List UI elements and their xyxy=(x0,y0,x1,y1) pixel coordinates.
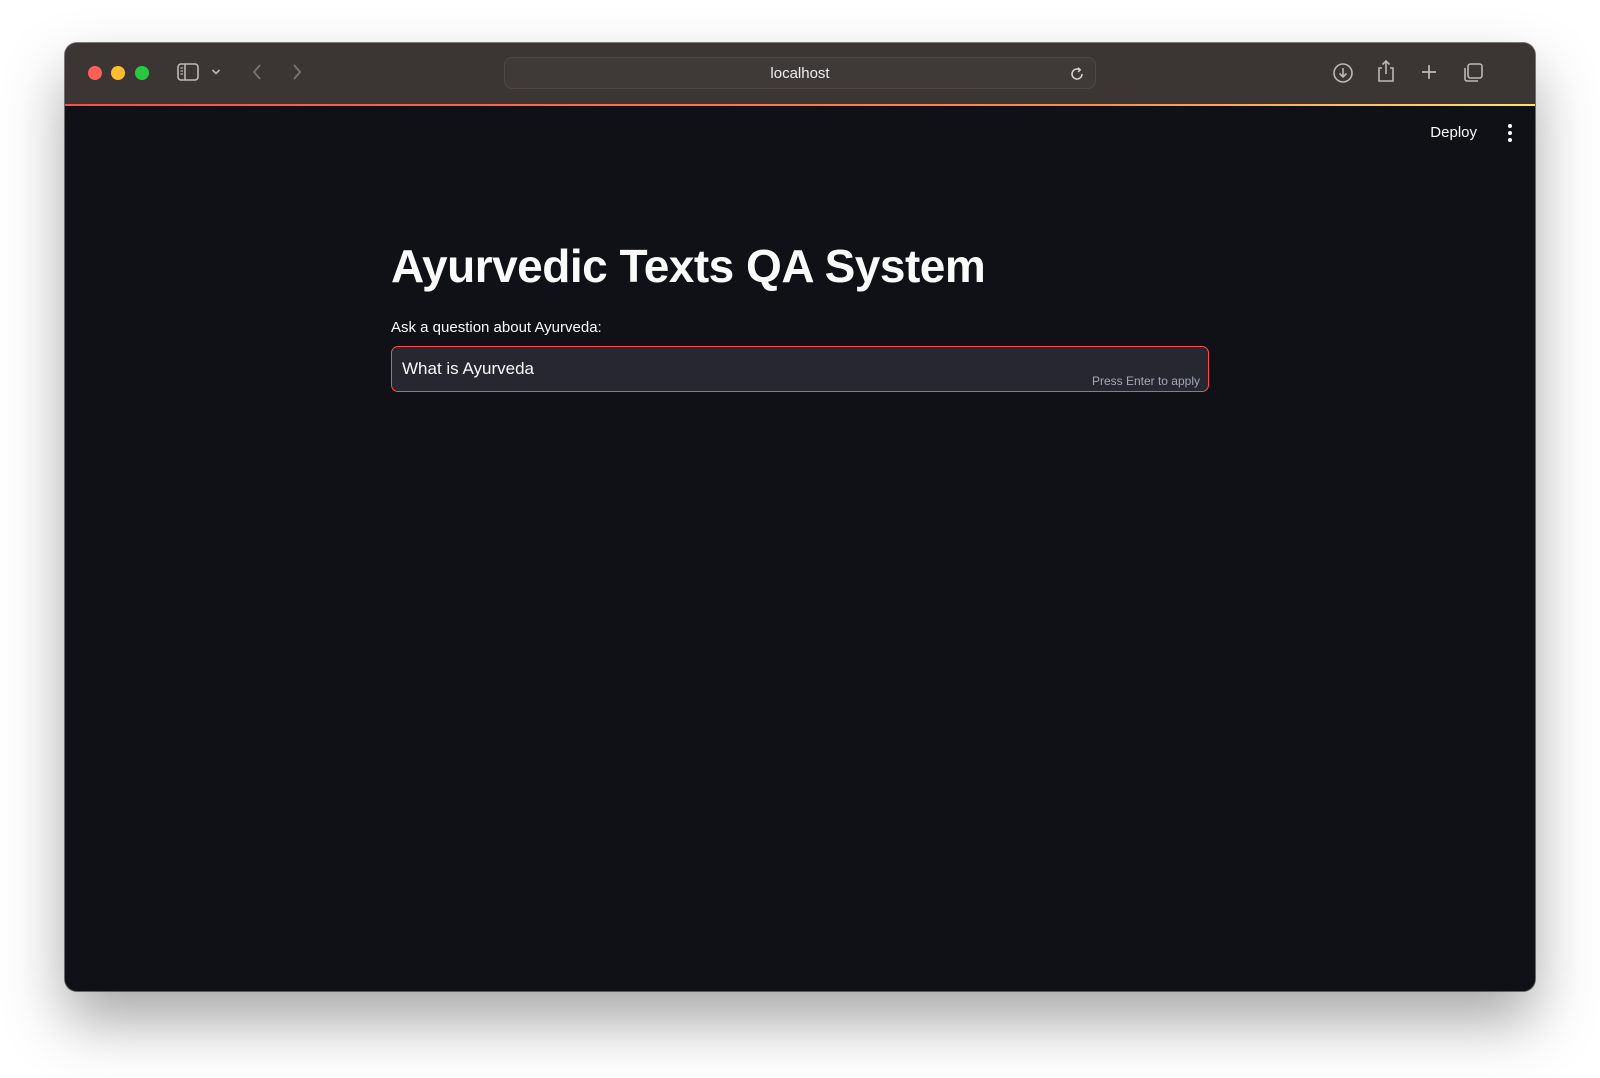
deploy-button[interactable]: Deploy xyxy=(1430,122,1477,144)
browser-window: localhost Deploy Ayurvedic Texts QA Syst… xyxy=(65,43,1535,991)
maximize-window-button[interactable] xyxy=(135,66,149,80)
page-title: Ayurvedic Texts QA System xyxy=(391,240,986,292)
url-text: localhost xyxy=(770,65,830,82)
minimize-window-button[interactable] xyxy=(111,66,125,80)
new-tab-icon[interactable] xyxy=(1419,62,1439,82)
question-label: Ask a question about Ayurveda: xyxy=(391,319,602,336)
question-input[interactable] xyxy=(402,347,1042,391)
address-bar[interactable]: localhost xyxy=(504,57,1096,89)
forward-icon[interactable] xyxy=(289,61,305,83)
share-icon[interactable] xyxy=(1375,58,1397,84)
close-window-button[interactable] xyxy=(88,66,102,80)
reload-icon[interactable] xyxy=(1069,66,1085,87)
kebab-menu-icon[interactable] xyxy=(1507,124,1513,142)
question-input-container[interactable]: Press Enter to apply xyxy=(391,346,1209,392)
sidebar-icon[interactable] xyxy=(176,62,200,82)
chevron-down-icon[interactable] xyxy=(210,66,222,78)
back-icon[interactable] xyxy=(249,61,265,83)
download-icon[interactable] xyxy=(1331,61,1355,85)
app-content: Deploy Ayurvedic Texts QA System Ask a q… xyxy=(65,106,1535,991)
browser-titlebar: localhost xyxy=(65,43,1535,104)
input-hint: Press Enter to apply xyxy=(1091,374,1200,388)
tabs-overview-icon[interactable] xyxy=(1461,61,1485,85)
